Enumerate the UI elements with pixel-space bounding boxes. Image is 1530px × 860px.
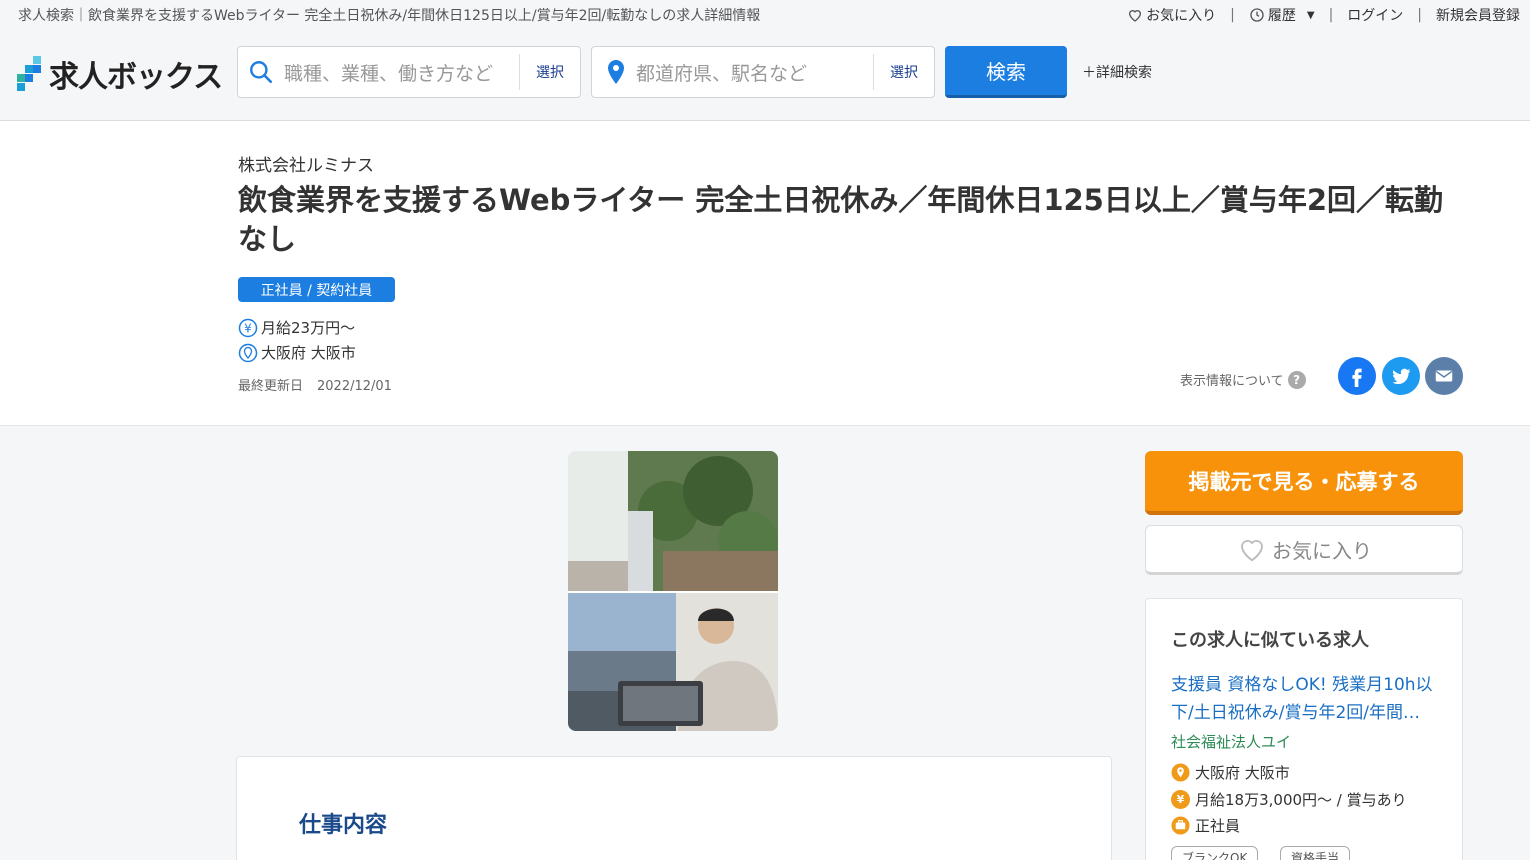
history-label: 履歴 [1267,8,1296,24]
similar-jobs-panel: この求人に似ている求人 支援員 資格なしOK! 残業月10h以下/土日祝休み/賞… [1145,598,1463,860]
top-nav: お気に入り | 履歴 ▼ | ログイン | 新規会員登録 [1127,5,1520,25]
heart-icon [1241,540,1263,562]
similar-job-employment: 正社員 [1195,817,1241,835]
twitter-icon [1392,368,1411,385]
display-info-label: 表示情報について [1180,374,1284,389]
site-logo[interactable]: 求人ボックス [17,52,223,96]
facebook-icon [1352,368,1362,387]
yen-icon: ¥ [1171,790,1190,809]
keyword-search-field[interactable]: 職種、業種、働き方など 選択 [237,46,581,98]
display-info-link[interactable]: 表示情報について ? [1180,370,1306,389]
heart-icon [1129,10,1142,22]
caret-down-icon: ▼ [1306,9,1315,21]
email-share-button[interactable] [1425,357,1463,395]
favorites-label: お気に入り [1146,8,1217,24]
location-pin-icon [1171,763,1190,782]
briefcase-icon [1171,816,1190,835]
history-dropdown[interactable]: 履歴 ▼ [1249,5,1315,25]
similar-job-tag: 資格手当 [1280,846,1351,860]
similar-job-company: 社会福祉法人ユイ [1171,733,1292,751]
favorites-link[interactable]: お気に入り [1127,5,1216,25]
mail-icon [1435,370,1453,382]
location-select-button[interactable]: 選択 [873,54,934,90]
location-row: 大阪府 大阪市 [238,342,356,363]
logo-mark-icon [17,56,45,92]
nav-separator: | [1328,7,1334,23]
similar-jobs-heading: この求人に似ている求人 [1171,630,1369,651]
job-header: 株式会社ルミナス 飲食業界を支援するWebライター 完全土日祝休み／年間休日12… [0,121,1530,426]
similar-job-title-link[interactable]: 支援員 資格なしOK! 残業月10h以下/土日祝休み/賞与年2回/年間… [1171,671,1446,727]
location-search-field[interactable]: 都道府県、駅名など 選択 [591,46,935,98]
favorite-button[interactable]: お気に入り [1145,525,1463,575]
nav-separator: | [1417,7,1422,23]
location-text: 大阪府 大阪市 [261,344,356,362]
question-icon: ? [1287,370,1306,389]
twitter-share-button[interactable] [1382,357,1420,395]
job-content-card: 仕事内容 [236,756,1112,860]
facebook-share-button[interactable] [1338,357,1376,395]
job-photo [568,451,778,731]
similar-job-employment-row: 正社員 [1171,815,1240,836]
company-name[interactable]: 株式会社ルミナス [238,151,374,176]
location-pin-icon [238,343,258,362]
similar-job-tag: ブランクOK [1171,846,1259,860]
search-icon [250,61,273,84]
login-link[interactable]: ログイン [1347,5,1403,25]
location-placeholder: 都道府県、駅名など [636,62,808,85]
job-title: 飲食業界を支援するWebライター 完全土日祝休み／年間休日125日以上／賞与年2… [238,183,1444,256]
logo-text: 求人ボックス [49,60,223,95]
similar-job-location-row: 大阪府 大阪市 [1171,762,1290,783]
keyword-select-button[interactable]: 選択 [519,54,580,90]
location-pin-icon [608,60,624,84]
updated-label: 最終更新日 [238,379,304,394]
yen-icon: ¥ [238,318,258,337]
last-updated: 最終更新日 2022/12/01 [238,375,392,394]
keyword-placeholder: 職種、業種、働き方など [284,62,494,85]
section-title-job-content: 仕事内容 [299,813,388,838]
clock-icon [1250,8,1264,22]
favorite-button-label: お気に入り [1272,538,1372,563]
site-header: 求人検索｜飲食業界を支援するWebライター 完全土日祝休み/年間休日125日以上… [0,0,1530,121]
search-button[interactable]: 検索 [945,46,1067,98]
detail-search-link[interactable]: ＋詳細検索 [1082,62,1152,82]
updated-date: 2022/12/01 [317,379,392,394]
similar-job-location: 大阪府 大阪市 [1195,764,1290,782]
similar-job-salary-row: ¥ 月給18万3,000円～ / 賞与あり [1171,789,1407,810]
salary-row: ¥ 月給23万円～ [238,317,355,338]
similar-job-salary: 月給18万3,000円～ / 賞与あり [1195,791,1407,809]
register-link[interactable]: 新規会員登録 [1436,5,1520,25]
page-heading: 求人検索｜飲食業界を支援するWebライター 完全土日祝休み/年間休日125日以上… [18,8,761,24]
apply-button[interactable]: 掲載元で見る・応募する [1145,451,1463,515]
svg-text:¥: ¥ [244,321,252,335]
nav-separator: | [1230,7,1235,23]
office-photo-image [568,451,778,731]
employment-type-badge: 正社員 / 契約社員 [238,277,395,302]
salary-text: 月給23万円～ [261,319,356,337]
